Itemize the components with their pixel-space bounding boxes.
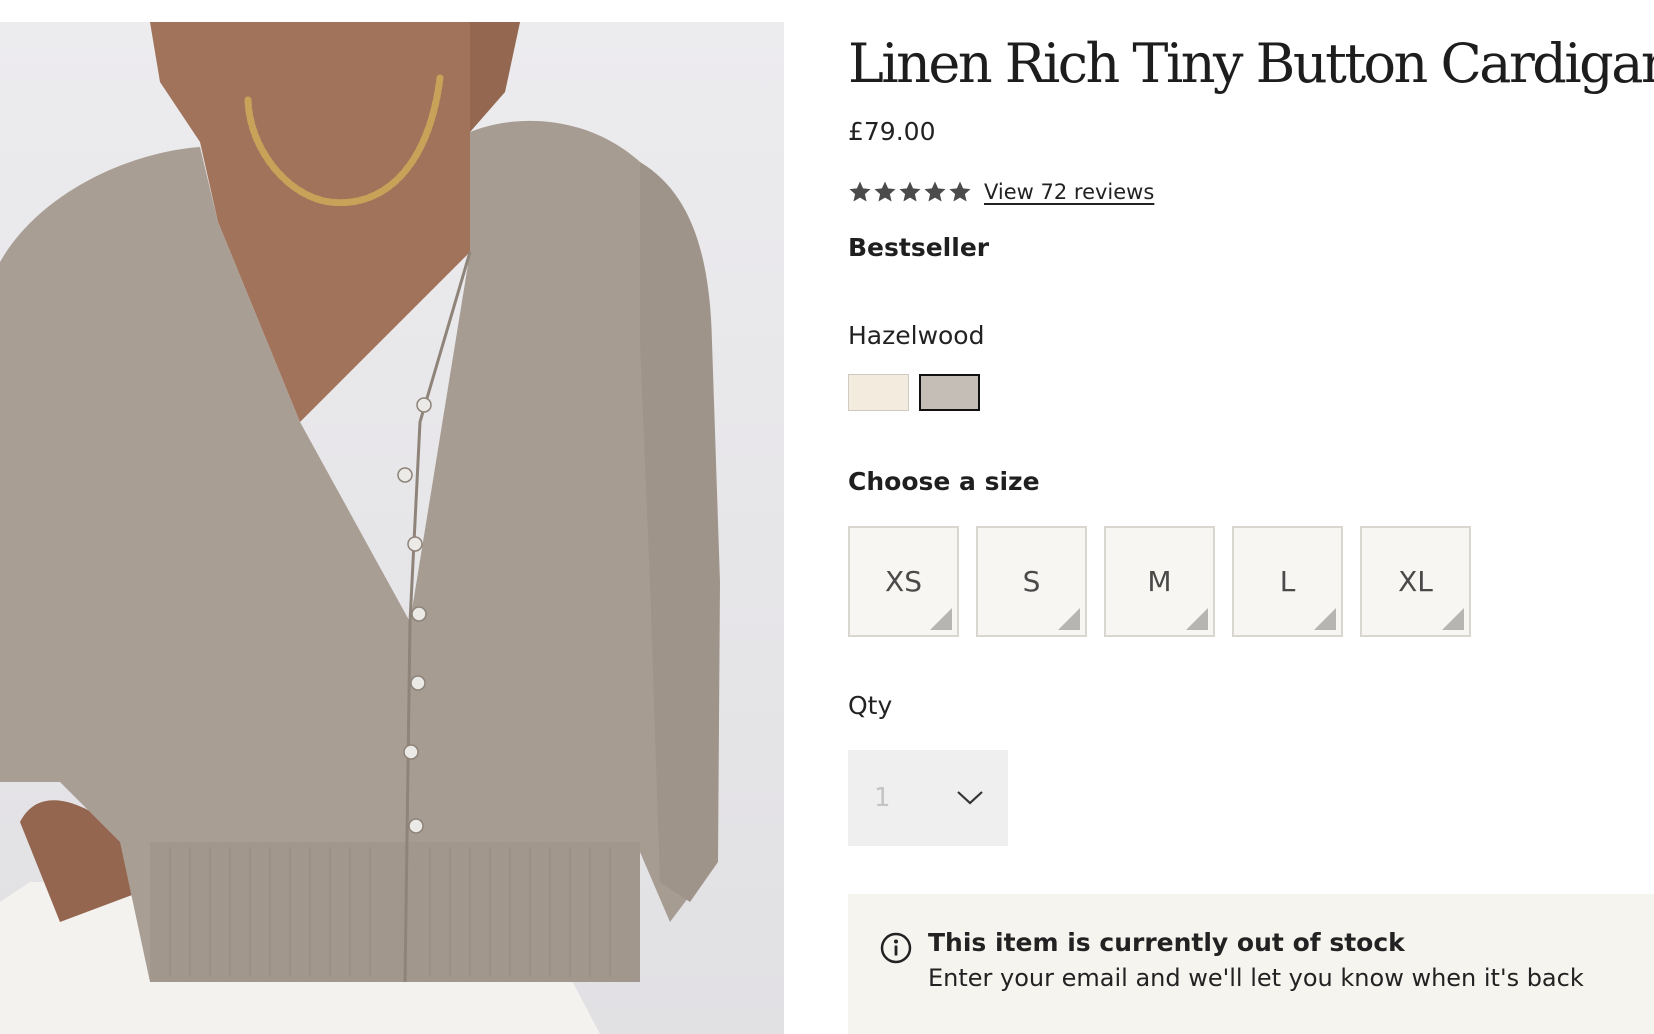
product-photo-illustration <box>0 22 720 1034</box>
product-title: Linen Rich Tiny Button Cardigan <box>848 32 1654 95</box>
size-option-l[interactable]: L <box>1232 526 1343 637</box>
product-price: £79.00 <box>848 117 936 146</box>
star-icon <box>849 181 871 202</box>
star-icon <box>899 181 921 202</box>
out-of-stock-corner-icon <box>1058 608 1080 630</box>
size-option-xl[interactable]: XL <box>1360 526 1471 637</box>
size-options: XS S M L XL <box>848 526 1471 637</box>
out-of-stock-corner-icon <box>1314 608 1336 630</box>
size-option-label: S <box>1022 565 1041 598</box>
quantity-value: 1 <box>874 783 891 813</box>
out-of-stock-corner-icon <box>1442 608 1464 630</box>
product-rating: View 72 reviews <box>848 176 1154 208</box>
size-heading: Choose a size <box>848 467 1040 496</box>
bestseller-badge: Bestseller <box>848 233 990 262</box>
size-option-label: M <box>1147 565 1172 598</box>
out-of-stock-corner-icon <box>930 608 952 630</box>
star-rating <box>848 180 972 204</box>
size-option-label: L <box>1279 565 1296 598</box>
colour-swatch-cream[interactable] <box>848 374 909 411</box>
size-option-label: XS <box>885 565 922 598</box>
view-reviews-link[interactable]: View 72 reviews <box>984 180 1154 204</box>
chevron-down-icon <box>957 791 983 805</box>
colour-name: Hazelwood <box>848 321 985 350</box>
star-icon <box>949 181 971 202</box>
out-of-stock-message: Enter your email and we'll let you know … <box>928 964 1584 992</box>
out-of-stock-title: This item is currently out of stock <box>928 928 1405 957</box>
out-of-stock-corner-icon <box>1186 608 1208 630</box>
out-of-stock-notice: This item is currently out of stock Ente… <box>848 894 1654 1034</box>
info-icon <box>880 932 912 964</box>
product-page: Linen Rich Tiny Button Cardigan £79.00 V… <box>0 0 1654 1034</box>
size-option-m[interactable]: M <box>1104 526 1215 637</box>
size-option-label: XL <box>1398 565 1433 598</box>
cardigan-hem <box>150 842 640 982</box>
size-option-s[interactable]: S <box>976 526 1087 637</box>
star-icon <box>874 181 896 202</box>
quantity-label: Qty <box>848 691 893 720</box>
quantity-select[interactable]: 1 <box>848 750 1008 846</box>
colour-swatches <box>848 374 980 411</box>
star-icon <box>924 181 946 202</box>
size-option-xs[interactable]: XS <box>848 526 959 637</box>
colour-swatch-hazelwood[interactable] <box>919 374 980 411</box>
product-image[interactable] <box>0 22 784 1034</box>
